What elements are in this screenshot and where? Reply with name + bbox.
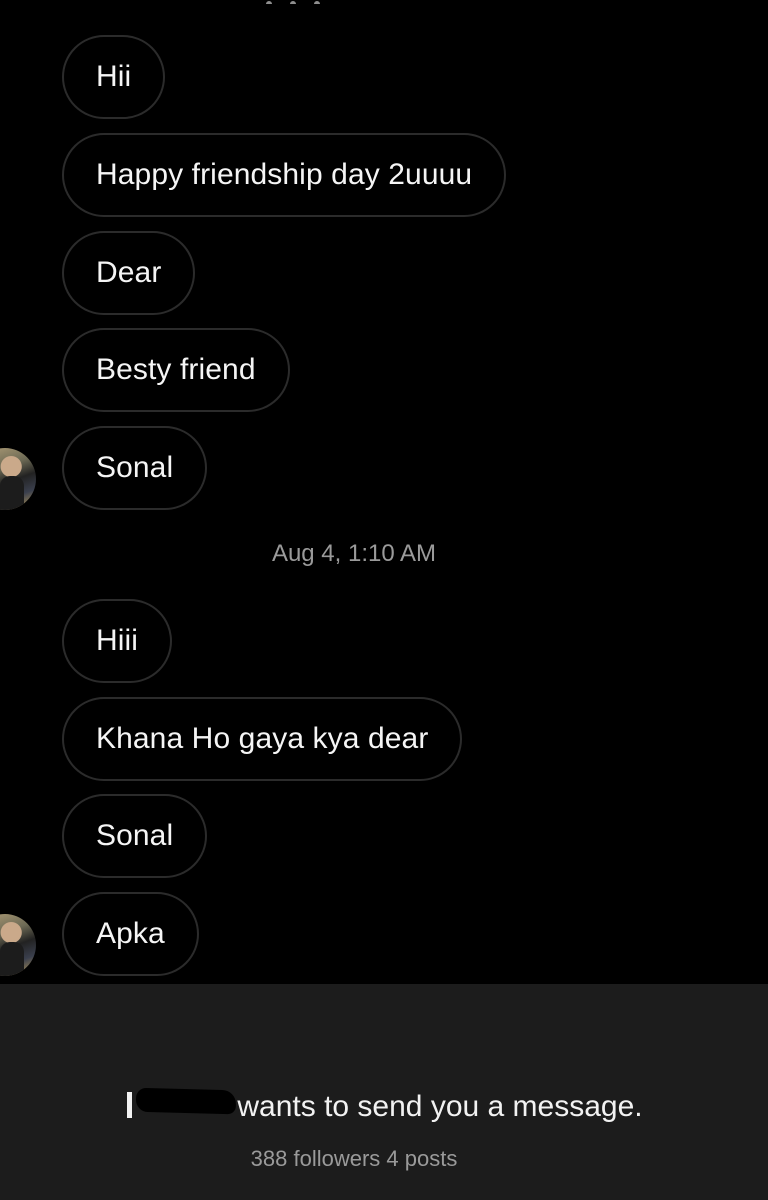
message-text: Khana Ho gaya kya dear bbox=[96, 722, 429, 755]
message-text: Hii bbox=[96, 60, 132, 93]
sender-stats: 388 followers 4 posts bbox=[250, 1146, 458, 1171]
message-bubble[interactable]: Apka bbox=[62, 892, 199, 976]
message-bubble[interactable]: Besty friend bbox=[62, 328, 290, 412]
message-text: Sonal bbox=[96, 819, 174, 852]
sender-avatar[interactable] bbox=[0, 914, 36, 976]
sender-avatar[interactable] bbox=[0, 448, 36, 510]
message-text: Sonal bbox=[96, 451, 174, 484]
message-text: Besty friend bbox=[96, 353, 256, 386]
message-text: Hiii bbox=[96, 624, 139, 657]
message-request-text: wants to send you a message. bbox=[237, 1090, 643, 1123]
message-bubble[interactable]: Happy friendship day 2uuuu bbox=[62, 133, 507, 217]
message-bubble[interactable]: Hii bbox=[62, 35, 166, 119]
redacted-sender-name bbox=[125, 1089, 231, 1121]
message-bubble[interactable]: Khana Ho gaya kya dear bbox=[62, 697, 463, 781]
message-bubble[interactable]: Dear bbox=[62, 231, 196, 315]
message-timestamp: Aug 4, 1:10 AM bbox=[271, 540, 437, 567]
message-bubble[interactable]: Sonal bbox=[62, 426, 208, 510]
message-bubble[interactable]: Hiii bbox=[62, 599, 173, 683]
message-request-line: wants to send you a message. bbox=[0, 1089, 768, 1124]
message-thread: Hii Happy friendship day 2uuuu Dear Best… bbox=[0, 0, 768, 984]
message-bubble[interactable]: Sonal bbox=[62, 794, 208, 878]
message-text: Apka bbox=[96, 917, 165, 950]
message-text: Dear bbox=[96, 256, 162, 289]
message-request-panel: wants to send you a message. 388 followe… bbox=[0, 984, 768, 1200]
scrolled-off-timestamp-fragment bbox=[266, 0, 386, 4]
message-text: Happy friendship day 2uuuu bbox=[96, 158, 473, 191]
